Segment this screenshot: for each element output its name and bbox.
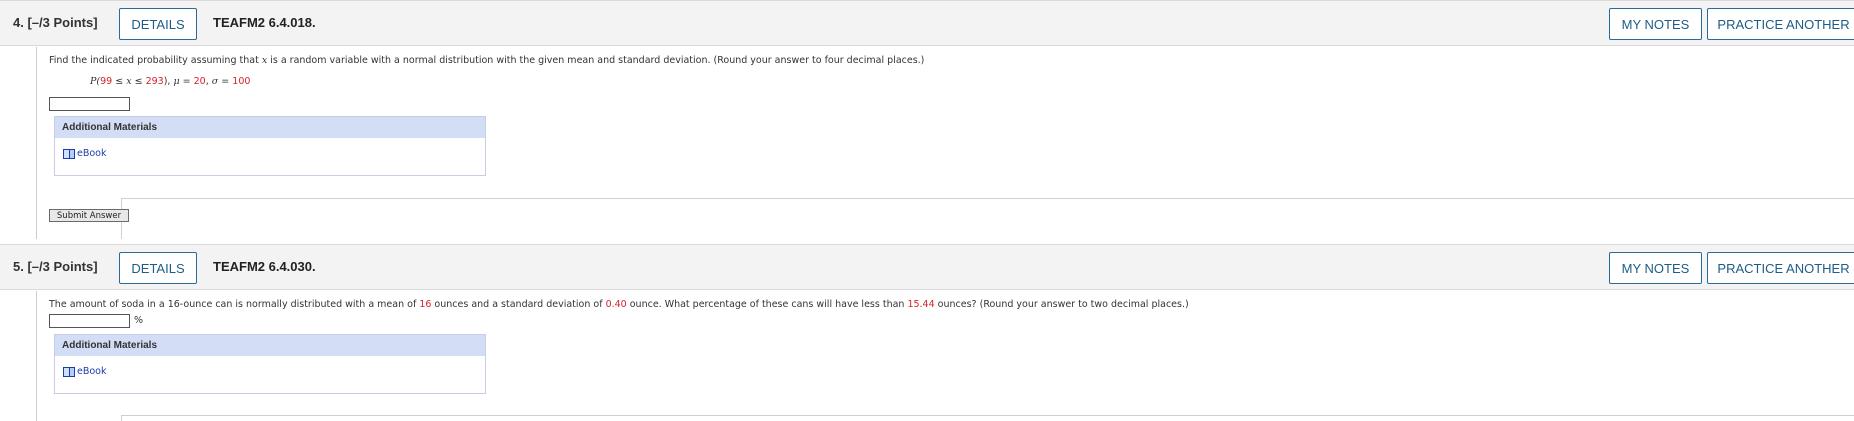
question-number: 5. [–/3 Points] [13,259,98,274]
probability-expression: P(99 ≤ x ≤ 293), μ = 20, σ = 100 [90,76,251,87]
additional-materials-heading: Additional Materials [55,117,485,138]
question-5-header: 5. [–/3 Points] DETAILS TEAFM2 6.4.030. … [0,244,1854,290]
practice-another-button[interactable]: PRACTICE ANOTHER [1707,8,1854,40]
book-icon [63,366,75,377]
additional-materials-panel: Additional Materials eBook [54,116,486,176]
percent-unit: % [134,315,144,326]
my-notes-button[interactable]: MY NOTES [1609,8,1702,40]
submit-answer-button[interactable]: Submit Answer [49,209,129,222]
question-4-header: 4. [–/3 Points] DETAILS TEAFM2 6.4.018. … [0,0,1854,46]
ebook-link[interactable]: eBook [63,148,107,159]
question-prompt: The amount of soda in a 16-ounce can is … [49,299,1189,310]
question-code: TEAFM2 6.4.030. [213,259,316,274]
additional-materials-heading: Additional Materials [55,335,485,356]
practice-another-button[interactable]: PRACTICE ANOTHER [1707,252,1854,284]
question-4-body: Find the indicated probability assuming … [36,47,1854,239]
my-notes-button[interactable]: MY NOTES [1609,252,1702,284]
question-5-body: The amount of soda in a 16-ounce can is … [36,291,1854,421]
submit-area [121,415,1854,421]
submit-area [121,198,1854,239]
additional-materials-panel: Additional Materials eBook [54,334,486,394]
ebook-label[interactable]: eBook [77,148,107,159]
book-icon [63,148,75,159]
answer-input[interactable] [49,97,130,111]
details-button[interactable]: DETAILS [119,252,197,284]
question-number: 4. [–/3 Points] [13,15,98,30]
question-prompt: Find the indicated probability assuming … [49,55,925,66]
question-code: TEAFM2 6.4.018. [213,15,316,30]
ebook-label[interactable]: eBook [77,366,107,377]
answer-input[interactable] [49,314,130,328]
ebook-link[interactable]: eBook [63,366,107,377]
details-button[interactable]: DETAILS [119,8,197,40]
